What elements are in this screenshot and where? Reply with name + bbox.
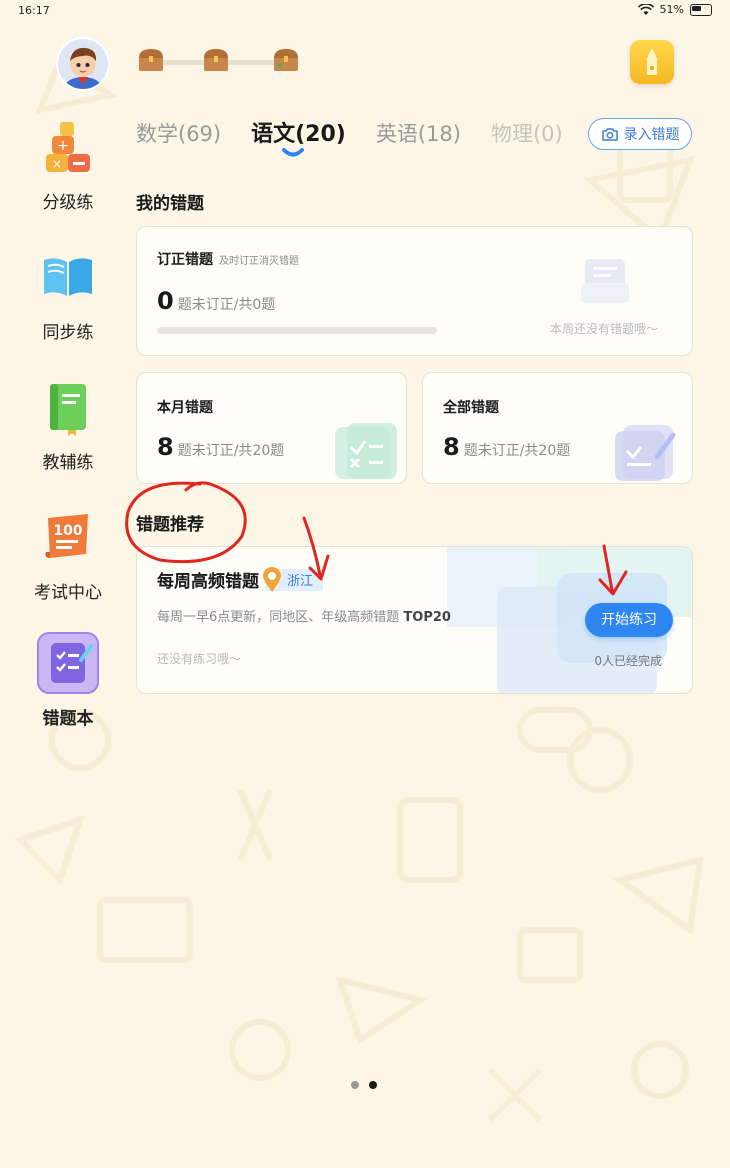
region-tag[interactable]: 浙江 (263, 566, 324, 592)
avatar[interactable] (56, 37, 110, 91)
battery-percent: 51% (659, 3, 684, 16)
weekly-title: 每周高频错题 (157, 572, 259, 592)
location-pin-icon (263, 566, 281, 592)
status-bar: 16:17 51% (0, 0, 730, 24)
sidebar-item-graded-practice[interactable]: + × 分级练 (22, 118, 114, 213)
camera-icon (601, 127, 618, 141)
correction-empty-note: 本周还没有错题哦～ (550, 322, 659, 336)
correction-count: 0 (157, 287, 174, 315)
battery-icon (690, 3, 712, 16)
record-mistake-label: 录入错题 (623, 127, 680, 143)
sidebar-item-mistake-book[interactable]: 错题本 (22, 632, 114, 729)
correction-card[interactable]: 订正错题 及时订正消灭错题 0 题未订正/共0题 本周还没有错题哦～ (136, 226, 693, 356)
sidebar-item-sync-practice[interactable]: 同步练 (22, 248, 114, 343)
section-title-recommend: 错题推荐 (136, 515, 204, 535)
weekly-empty-note: 还没有练习哦～ (157, 652, 242, 666)
monthly-stats: 8 题未订正/共20题 (157, 433, 284, 461)
completed-count: 0人已经完成 (594, 654, 662, 668)
wifi-icon (637, 3, 654, 15)
treasure-chest-icon[interactable] (271, 45, 301, 75)
sidebar-item-label: 错题本 (42, 709, 94, 729)
weekly-frequent-mistakes-card[interactable]: 每周高频错题 浙江 每周一早6点更新，同地区、年级高频错题 TOP20 还没有练… (136, 546, 693, 694)
all-count: 8 (443, 433, 460, 461)
all-title: 全部错题 (443, 400, 499, 416)
tab-english[interactable]: 英语(18) (376, 118, 461, 148)
active-tab-indicator (282, 148, 305, 157)
avatar-boy-icon (58, 39, 108, 89)
tab-label: 语文(20) (251, 122, 346, 147)
status-icons: 51% (637, 3, 712, 16)
monthly-count: 8 (157, 433, 174, 461)
weekly-desc-text: 每周一早6点更新，同地区、年级高频错题 (157, 610, 404, 625)
sidebar-item-exam-center[interactable]: 100 考试中心 (22, 508, 114, 603)
page-dot[interactable] (351, 1081, 359, 1089)
empty-inbox-icon (581, 259, 629, 303)
weekly-description: 每周一早6点更新，同地区、年级高频错题 TOP20 (157, 606, 451, 625)
subject-tabs: 数学(69) 语文(20) 英语(18) 物理(0) (136, 116, 593, 157)
reward-chests[interactable] (136, 45, 304, 79)
svg-text:+: + (57, 138, 69, 154)
all-stats: 8 题未订正/共20题 (443, 433, 570, 461)
monthly-title: 本月错题 (157, 400, 213, 416)
sidebar-item-label: 教辅练 (42, 453, 94, 473)
sidebar-item-label: 同步练 (42, 323, 94, 343)
tower-icon (646, 48, 658, 75)
record-mistake-button[interactable]: 录入错题 (588, 118, 692, 150)
tab-chinese[interactable]: 语文(20) (251, 116, 346, 157)
calculator-icon (335, 423, 397, 479)
tab-math[interactable]: 数学(69) (136, 118, 221, 148)
score-100-icon: 100 (38, 508, 98, 568)
treasure-chest-icon[interactable] (136, 45, 166, 75)
open-book-icon (38, 248, 98, 308)
section-title-my-mistakes: 我的错题 (136, 194, 204, 214)
treasure-chest-icon[interactable] (201, 45, 231, 75)
weekly-title-row: 每周高频错题 浙江 (157, 566, 324, 592)
weekly-desc-top: TOP20 (403, 610, 451, 625)
sidebar-item-label: 考试中心 (34, 583, 102, 603)
monthly-mistakes-card[interactable]: 本月错题 8 题未订正/共20题 (136, 372, 407, 484)
correction-stat: 题未订正/共0题 (177, 297, 276, 313)
svg-text:×: × (52, 157, 62, 171)
sidebar-item-textbook-practice[interactable]: 教辅练 (22, 378, 114, 473)
checklist-icon (37, 632, 99, 694)
monthly-stat: 题未订正/共20题 (177, 443, 285, 459)
sidebar-item-label: 分级练 (42, 193, 94, 213)
correction-title-row: 订正错题 及时订正消灭错题 (157, 249, 299, 269)
svg-text:100: 100 (53, 523, 82, 539)
document-edit-icon (615, 425, 676, 481)
page-dot-active[interactable] (369, 1081, 377, 1089)
trophy-button[interactable] (630, 40, 674, 84)
correction-progress-bar (157, 327, 437, 334)
tab-physics[interactable]: 物理(0) (491, 118, 563, 148)
all-mistakes-card[interactable]: 全部错题 8 题未订正/共20题 (422, 372, 693, 484)
start-practice-button[interactable]: 开始练习 (585, 603, 673, 637)
region-label: 浙江 (287, 574, 314, 589)
correction-subtitle: 及时订正消灭错题 (219, 256, 299, 267)
correction-stats: 0 题未订正/共0题 (157, 287, 275, 315)
blocks-icon: + × (38, 118, 98, 178)
correction-title: 订正错题 (157, 252, 213, 268)
status-time: 16:17 (18, 4, 50, 17)
all-stat: 题未订正/共20题 (463, 443, 571, 459)
green-book-icon (38, 378, 98, 438)
page-indicator (351, 1081, 377, 1089)
